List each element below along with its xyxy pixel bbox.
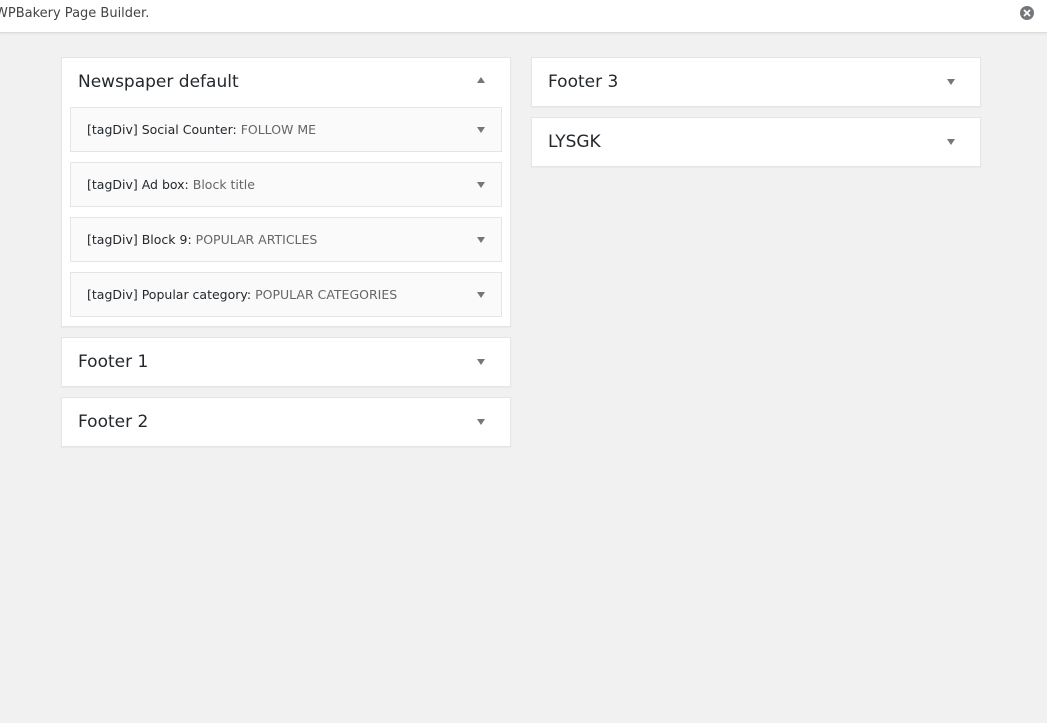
widget-name: [tagDiv] Ad box: [87,177,189,192]
expand-arrow-icon[interactable] [477,419,485,425]
widget-name: [tagDiv] Popular category: [87,287,252,302]
sidebar-panel-lysgk: LYSGK [531,117,981,167]
sidebar-panel-footer-3: Footer 3 [531,57,981,107]
widget-name: [tagDiv] Social Counter: [87,122,237,137]
widget-title: FOLLOW ME [240,122,317,137]
sidebar-header-footer-3[interactable]: Footer 3 [532,58,980,106]
sidebar-panel-newspaper-default: Newspaper default [tagDiv] Social Counte… [61,57,511,327]
expand-arrow-icon[interactable] [477,359,485,365]
widget-social-counter[interactable]: [tagDiv] Social Counter: FOLLOW ME [70,107,502,152]
sidebar-header-footer-2[interactable]: Footer 2 [62,398,510,446]
expand-arrow-icon[interactable] [477,127,485,133]
top-notice-bar: WPBakery Page Builder. [0,0,1047,33]
widget-popular-category[interactable]: [tagDiv] Popular category: POPULAR CATEG… [70,272,502,317]
widget-ad-box[interactable]: [tagDiv] Ad box: Block title [70,162,502,207]
sidebar-header-newspaper-default[interactable]: Newspaper default [62,58,510,106]
sidebar-header-footer-1[interactable]: Footer 1 [62,338,510,386]
sidebar-title: Newspaper default [78,72,239,92]
collapse-arrow-icon[interactable] [477,77,485,83]
expand-arrow-icon[interactable] [477,292,485,298]
sidebar-title: Footer 1 [78,352,149,372]
sidebar-header-lysgk[interactable]: LYSGK [532,118,980,166]
expand-arrow-icon[interactable] [477,237,485,243]
widget-block-9[interactable]: [tagDiv] Block 9: POPULAR ARTICLES [70,217,502,262]
expand-arrow-icon[interactable] [947,79,955,85]
expand-arrow-icon[interactable] [477,182,485,188]
widget-title: POPULAR CATEGORIES [255,287,398,302]
sidebar-title: Footer 2 [78,412,149,432]
sidebar-title: Footer 3 [548,72,619,92]
expand-arrow-icon[interactable] [947,139,955,145]
sidebar-panel-footer-2: Footer 2 [61,397,511,447]
widget-title: POPULAR ARTICLES [195,232,318,247]
widget-name: [tagDiv] Block 9: [87,232,192,247]
notice-text: WPBakery Page Builder. [0,6,150,21]
sidebar-panel-footer-1: Footer 1 [61,337,511,387]
sidebar-title: LYSGK [548,132,601,152]
close-icon[interactable] [1020,6,1034,20]
widget-title: Block title [192,177,255,192]
